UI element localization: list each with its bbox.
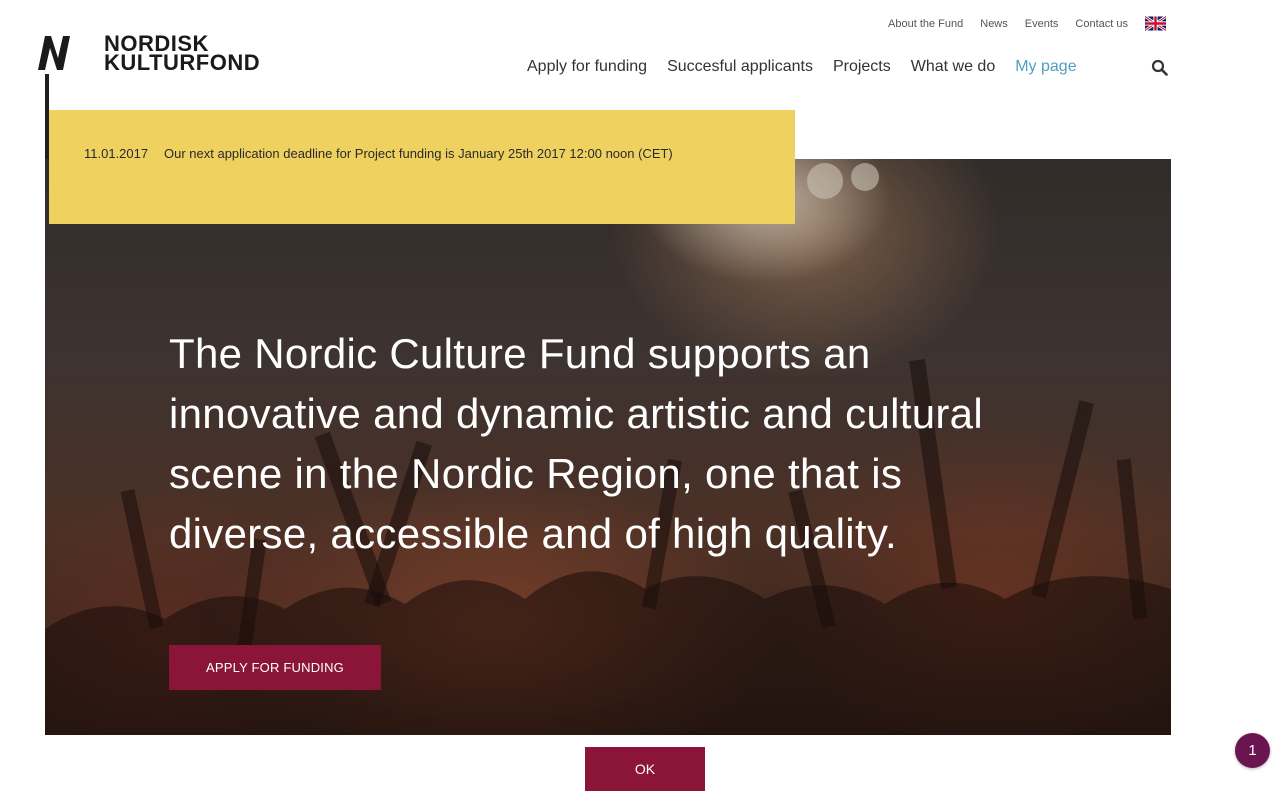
logo-line-2: KULTURFOND bbox=[104, 50, 261, 75]
utility-nav: About the Fund News Events Contact us bbox=[871, 16, 1166, 31]
nav-apply-for-funding[interactable]: Apply for funding bbox=[527, 57, 647, 77]
notice-date: 11.01.2017 bbox=[84, 146, 149, 161]
util-link-contact[interactable]: Contact us bbox=[1075, 17, 1128, 31]
notification-badge[interactable]: 1 bbox=[1235, 733, 1270, 768]
util-link-events[interactable]: Events bbox=[1025, 17, 1059, 31]
util-link-news[interactable]: News bbox=[980, 17, 1008, 31]
site-logo[interactable]: NORDISK KULTURFOND bbox=[104, 33, 261, 75]
main-nav: Apply for funding Succesful applicants P… bbox=[527, 57, 1097, 77]
search-icon[interactable] bbox=[1151, 59, 1168, 76]
logo-mark-icon[interactable] bbox=[36, 34, 72, 72]
nav-what-we-do[interactable]: What we do bbox=[911, 57, 995, 77]
nav-projects[interactable]: Projects bbox=[833, 57, 891, 77]
hero-headline: The Nordic Culture Fund supports an inno… bbox=[169, 330, 983, 557]
notice-text: Our next application deadline for Projec… bbox=[164, 146, 673, 161]
cookie-ok-button[interactable]: OK bbox=[585, 747, 705, 791]
nav-successful-applicants[interactable]: Succesful applicants bbox=[667, 57, 813, 77]
util-link-about[interactable]: About the Fund bbox=[888, 17, 963, 31]
nav-my-page[interactable]: My page bbox=[1015, 57, 1076, 77]
news-notice[interactable]: 11.01.2017 Our next application deadline… bbox=[49, 110, 795, 224]
apply-for-funding-button[interactable]: APPLY FOR FUNDING bbox=[169, 645, 381, 690]
uk-flag-icon[interactable] bbox=[1145, 16, 1166, 31]
